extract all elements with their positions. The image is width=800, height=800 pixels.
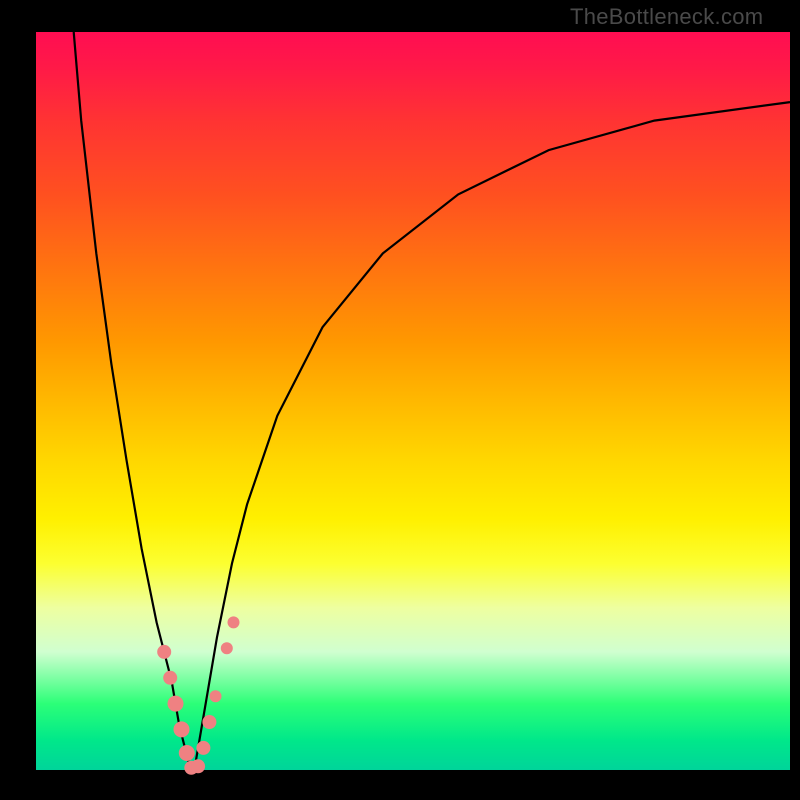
- data-bead: [210, 690, 222, 702]
- data-bead: [157, 645, 171, 659]
- data-bead: [174, 721, 190, 737]
- curve-right: [194, 102, 790, 770]
- data-bead: [179, 745, 195, 761]
- data-bead: [228, 616, 240, 628]
- curve-left: [74, 32, 191, 770]
- data-bead: [191, 759, 205, 773]
- data-bead: [202, 715, 216, 729]
- watermark-text: TheBottleneck.com: [570, 4, 763, 30]
- chart-curves-layer: [0, 0, 800, 800]
- data-bead: [196, 741, 210, 755]
- data-bead: [168, 696, 184, 712]
- data-bead: [221, 642, 233, 654]
- data-bead: [163, 671, 177, 685]
- data-beads: [157, 616, 239, 774]
- chart-container: TheBottleneck.com: [0, 0, 800, 800]
